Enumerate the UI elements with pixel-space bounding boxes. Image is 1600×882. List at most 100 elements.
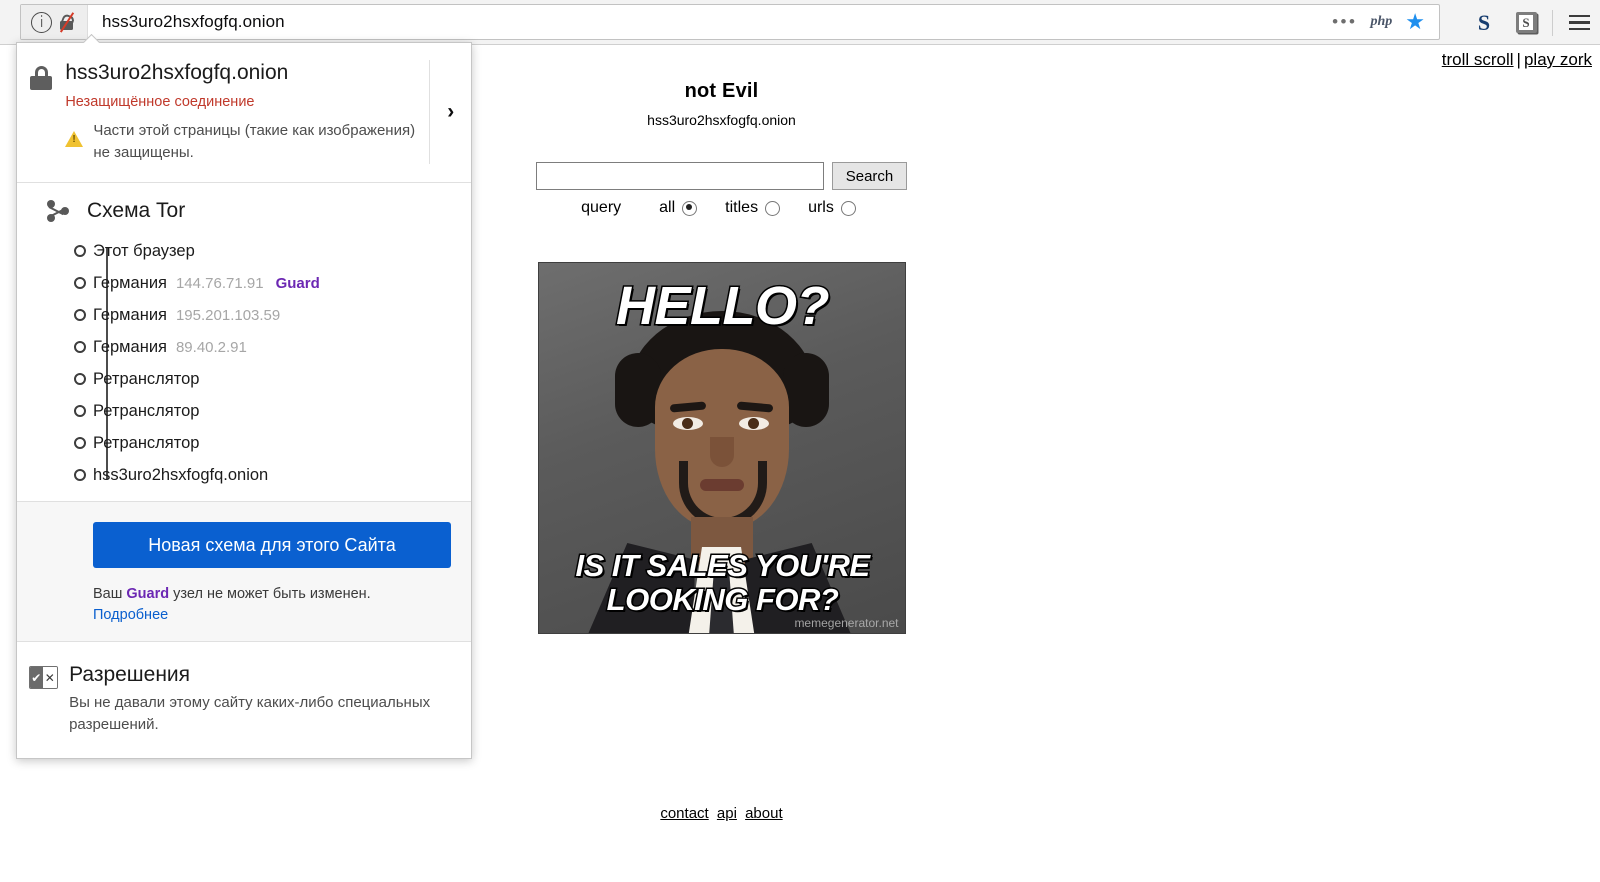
panel-new-circuit-section: Новая схема для этого Сайта Ваш Guard уз… xyxy=(17,502,471,642)
three-dots-icon[interactable]: ••• xyxy=(1332,13,1357,30)
circuit-node: Ретранслятор xyxy=(74,395,471,427)
circuit-node-ip: 144.76.71.91 xyxy=(175,274,264,292)
url-bar[interactable]: hss3uro2hsxfogfq.onion ••• php ★ xyxy=(20,4,1440,40)
site-identity-panel: hss3uro2hsxfogfq.onion Незащищённое соед… xyxy=(16,42,472,759)
mixed-content-warning: Части этой страницы (такие как изображен… xyxy=(65,120,419,164)
circuit-node-dot xyxy=(74,373,86,385)
circuit-node-label: Этот браузер xyxy=(93,241,195,260)
circuit-node-dot xyxy=(74,341,86,353)
permissions-icon-column: ✔ ✕ xyxy=(17,662,69,689)
star-icon[interactable]: ★ xyxy=(1405,11,1425,33)
search-button[interactable]: Search xyxy=(831,162,908,190)
extension-s-button[interactable]: S xyxy=(1463,0,1505,45)
api-link[interactable]: api xyxy=(717,805,737,822)
circuit-node-label: Ретранслятор xyxy=(93,433,200,452)
circuit-node-label: Германия xyxy=(93,305,167,324)
browser-toolbar: hss3uro2hsxfogfq.onion ••• php ★ S S xyxy=(0,0,1600,45)
radio-titles[interactable] xyxy=(765,200,781,216)
guard-note-prefix: Ваш xyxy=(93,586,127,602)
circuit-node: Германия 89.40.2.91 xyxy=(74,331,471,363)
url-input[interactable]: hss3uro2hsxfogfq.onion xyxy=(88,12,1332,32)
circuit-node-ip: 89.40.2.91 xyxy=(175,338,247,356)
hamburger-icon xyxy=(1568,14,1590,31)
search-input[interactable] xyxy=(535,162,824,190)
scope-label-urls: urls xyxy=(808,199,834,216)
circuit-node-label: Ретранслятор xyxy=(93,369,200,388)
meme-image: HELLO? IS IT SALES YOU'RE LOOKING FOR? m… xyxy=(537,262,906,634)
panel-host-section: hss3uro2hsxfogfq.onion Незащищённое соед… xyxy=(17,43,471,183)
scope-option-titles[interactable]: titles xyxy=(725,199,802,217)
circuit-node: Германия 144.76.71.91 Guard xyxy=(74,267,471,299)
s-icon: S xyxy=(1477,9,1491,35)
permissions-description: Вы не давали этому сайту каких-либо спец… xyxy=(69,694,431,733)
lock-icon xyxy=(30,66,53,90)
contact-link[interactable]: contact xyxy=(660,805,708,822)
circuit-node: Ретранслятор xyxy=(74,427,471,459)
guard-note-suffix: узел не может быть изменен. xyxy=(169,586,371,602)
top-links-separator: | xyxy=(1516,50,1521,69)
circuit-node-dot xyxy=(74,437,86,449)
meme-top-text: HELLO? xyxy=(615,276,831,337)
circuit-node-label: Германия xyxy=(93,273,167,292)
menu-button[interactable] xyxy=(1558,0,1600,45)
footer-links: contact api about xyxy=(0,805,1443,822)
new-circuit-button[interactable]: Новая схема для этого Сайта xyxy=(93,522,451,568)
permissions-checkbox-icon: ✔ ✕ xyxy=(28,666,58,689)
meme-watermark: memegenerator.net xyxy=(794,616,899,630)
troll-scroll-link[interactable]: troll scroll xyxy=(1442,50,1514,69)
scope-option-all[interactable]: all xyxy=(659,199,719,217)
mixed-content-warning-text: Части этой страницы (такие как изображен… xyxy=(93,122,416,161)
about-link[interactable]: about xyxy=(745,805,783,822)
permissions-info: Разрешения Вы не давали этому сайту каки… xyxy=(69,662,471,736)
circuit-node-label: hss3uro2hsxfogfq.onion xyxy=(93,465,269,484)
search-form: Search xyxy=(535,162,908,190)
circuit-node-dot xyxy=(74,245,86,257)
circuit-node-dot xyxy=(74,309,86,321)
panel-permissions-section: ✔ ✕ Разрешения Вы не давали этому сайту к… xyxy=(17,642,471,758)
circuit-node: Ретранслятор xyxy=(74,363,471,395)
panel-expand-button[interactable]: › xyxy=(429,60,471,164)
url-bar-actions: ••• php ★ xyxy=(1332,11,1439,33)
learn-more-link[interactable]: Подробнее xyxy=(17,607,471,623)
circuit-node: Этот браузер xyxy=(74,235,471,267)
site-identity-button[interactable] xyxy=(21,5,88,39)
circuit-node-dot xyxy=(74,405,86,417)
permissions-title: Разрешения xyxy=(69,663,191,686)
network-share-icon xyxy=(45,197,73,225)
radio-all[interactable] xyxy=(682,200,698,216)
circuit-node-label: Ретранслятор xyxy=(93,401,200,420)
circuit-node-ip: 195.201.103.59 xyxy=(175,306,281,324)
s-note-icon: S xyxy=(1515,12,1537,33)
connection-status-text: Незащищённое соединение xyxy=(65,94,255,110)
tor-circuit-list: Этот браузер Германия 144.76.71.91 Guard… xyxy=(17,235,471,491)
top-links: troll scroll | play zork xyxy=(1442,50,1592,70)
php-badge-icon[interactable]: php xyxy=(1370,14,1392,30)
panel-pointer xyxy=(83,34,100,43)
warning-triangle-icon xyxy=(65,131,84,147)
circuit-node-role: Guard xyxy=(275,274,320,292)
scope-option-urls[interactable]: urls xyxy=(808,199,856,217)
scope-label-titles: titles xyxy=(725,199,759,216)
broken-lock-icon[interactable] xyxy=(57,12,77,33)
panel-host-name: hss3uro2hsxfogfq.onion xyxy=(65,61,289,84)
extension-note-button[interactable]: S xyxy=(1505,0,1547,45)
scope-label-all: all xyxy=(659,199,676,216)
play-zork-link[interactable]: play zork xyxy=(1524,50,1592,69)
panel-tor-section: Схема Tor Этот браузер Германия 144.76.7… xyxy=(17,183,471,502)
toolbar-divider xyxy=(1552,9,1553,36)
panel-lock-icon-column xyxy=(17,60,65,90)
panel-host-info: hss3uro2hsxfogfq.onion Незащищённое соед… xyxy=(65,60,429,164)
guard-note: Ваш Guard узел не может быть изменен. xyxy=(17,584,471,605)
radio-urls[interactable] xyxy=(840,200,856,216)
tor-circuit-title: Схема Tor xyxy=(87,199,186,222)
guard-note-keyword: Guard xyxy=(126,586,170,602)
circuit-node-dot xyxy=(74,277,86,289)
info-icon[interactable] xyxy=(31,11,52,33)
circuit-node: Германия 195.201.103.59 xyxy=(74,299,471,331)
circuit-node: hss3uro2hsxfogfq.onion xyxy=(74,459,471,491)
toolbar-extensions: S S xyxy=(1463,0,1600,45)
circuit-node-label: Германия xyxy=(93,337,167,356)
query-label: query xyxy=(581,199,622,216)
search-scope-options: query all titles urls xyxy=(581,199,862,217)
tor-circuit-header: Схема Tor xyxy=(17,197,471,225)
